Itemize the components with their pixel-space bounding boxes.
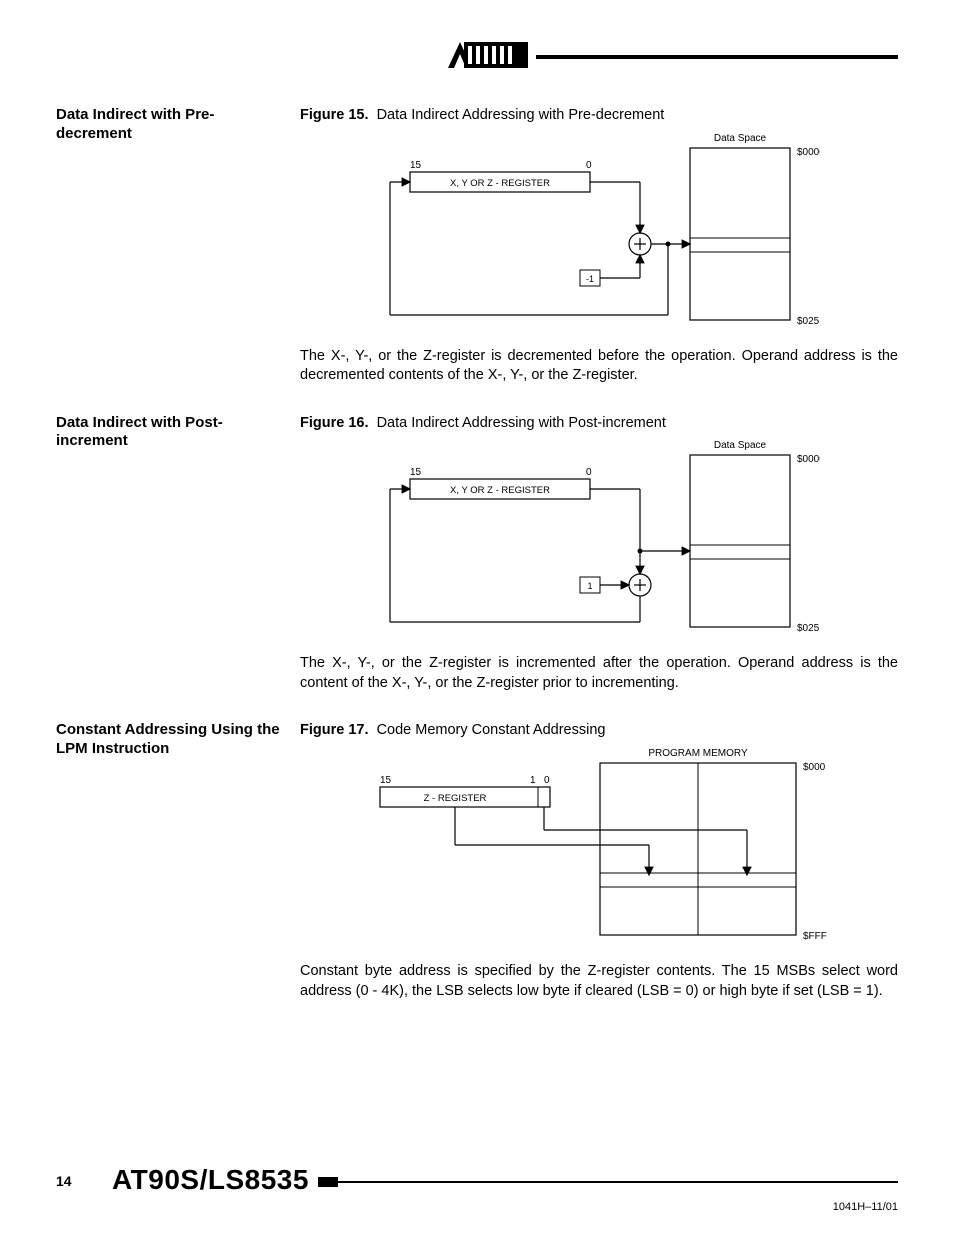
para-1: The X-, Y-, or the Z-register is decreme… [300,347,898,386]
figure-16-caption: Figure 16. Data Indirect Addressing with… [300,414,898,434]
atmel-logo [440,38,532,72]
data-space-label-2: Data Space [714,440,767,451]
section-lpm: Constant Addressing Using the LPM Instru… [56,721,898,1019]
side-title-3: Constant Addressing Using the LPM Instru… [56,721,300,1019]
figure-16-diagram: Data Space $0000 $025F X, Y OR Z - REGIS… [300,437,820,642]
footer-bar-thin [338,1181,898,1183]
figure-15-caption: Figure 15. Data Indirect Addressing with… [300,106,898,126]
bit-lo0: 0 [544,775,550,786]
bit-lo-2: 0 [586,467,592,478]
page-number: 14 [56,1172,72,1191]
figure-15-title: Data Indirect Addressing with Pre-decrem… [377,107,665,123]
bit-hi: 15 [410,160,422,171]
para-2: The X-, Y-, or the Z-register is increme… [300,654,898,693]
reg-label-2: X, Y OR Z - REGISTER [450,485,550,496]
bit-hi-2: 15 [410,467,422,478]
footer-bar-thick [318,1177,338,1187]
addr-top-2: $0000 [797,454,820,465]
chip-name: AT90S/LS8535 [112,1161,309,1199]
doc-id: 1041H–11/01 [833,1200,898,1215]
mem-title: PROGRAM MEMORY [648,748,748,759]
figure-17-label: Figure 17. [300,722,369,738]
header-rule [536,55,898,59]
figure-17-diagram: PROGRAM MEMORY $000 $FFF Z - REGISTER 15… [300,745,850,950]
figure-15-label: Figure 15. [300,107,369,123]
bit-hi-3: 15 [380,775,392,786]
figure-17-title: Code Memory Constant Addressing [377,722,606,738]
section-post-increment: Data Indirect with Post-increment Figure… [56,414,898,712]
addr-bot: $025F [797,316,820,327]
side-title-1: Data Indirect with Pre-decrement [56,106,300,404]
addr-top: $0000 [797,147,820,158]
data-space-label: Data Space [714,133,767,144]
addr-bot-3: $FFF [803,931,827,942]
figure-15-diagram: Data Space $0000 $025F X, Y OR Z - REGIS… [300,130,820,335]
figure-16-title: Data Indirect Addressing with Post-incre… [377,415,666,431]
op-box-2: 1 [587,581,592,591]
bit-lo1: 1 [530,775,536,786]
op-box: -1 [586,274,594,284]
footer: 14 AT90S/LS8535 1041H–11/01 [56,1159,898,1199]
side-title-2: Data Indirect with Post-increment [56,414,300,712]
figure-16-label: Figure 16. [300,415,369,431]
header-bar [440,38,898,74]
section-pre-decrement: Data Indirect with Pre-decrement Figure … [56,106,898,404]
addr-bot-2: $025F [797,623,820,634]
bit-lo: 0 [586,160,592,171]
addr-top-3: $000 [803,762,826,773]
reg-label: X, Y OR Z - REGISTER [450,178,550,189]
reg-label-3: Z - REGISTER [424,793,487,804]
para-3: Constant byte address is specified by th… [300,962,898,1001]
figure-17-caption: Figure 17. Code Memory Constant Addressi… [300,721,898,741]
